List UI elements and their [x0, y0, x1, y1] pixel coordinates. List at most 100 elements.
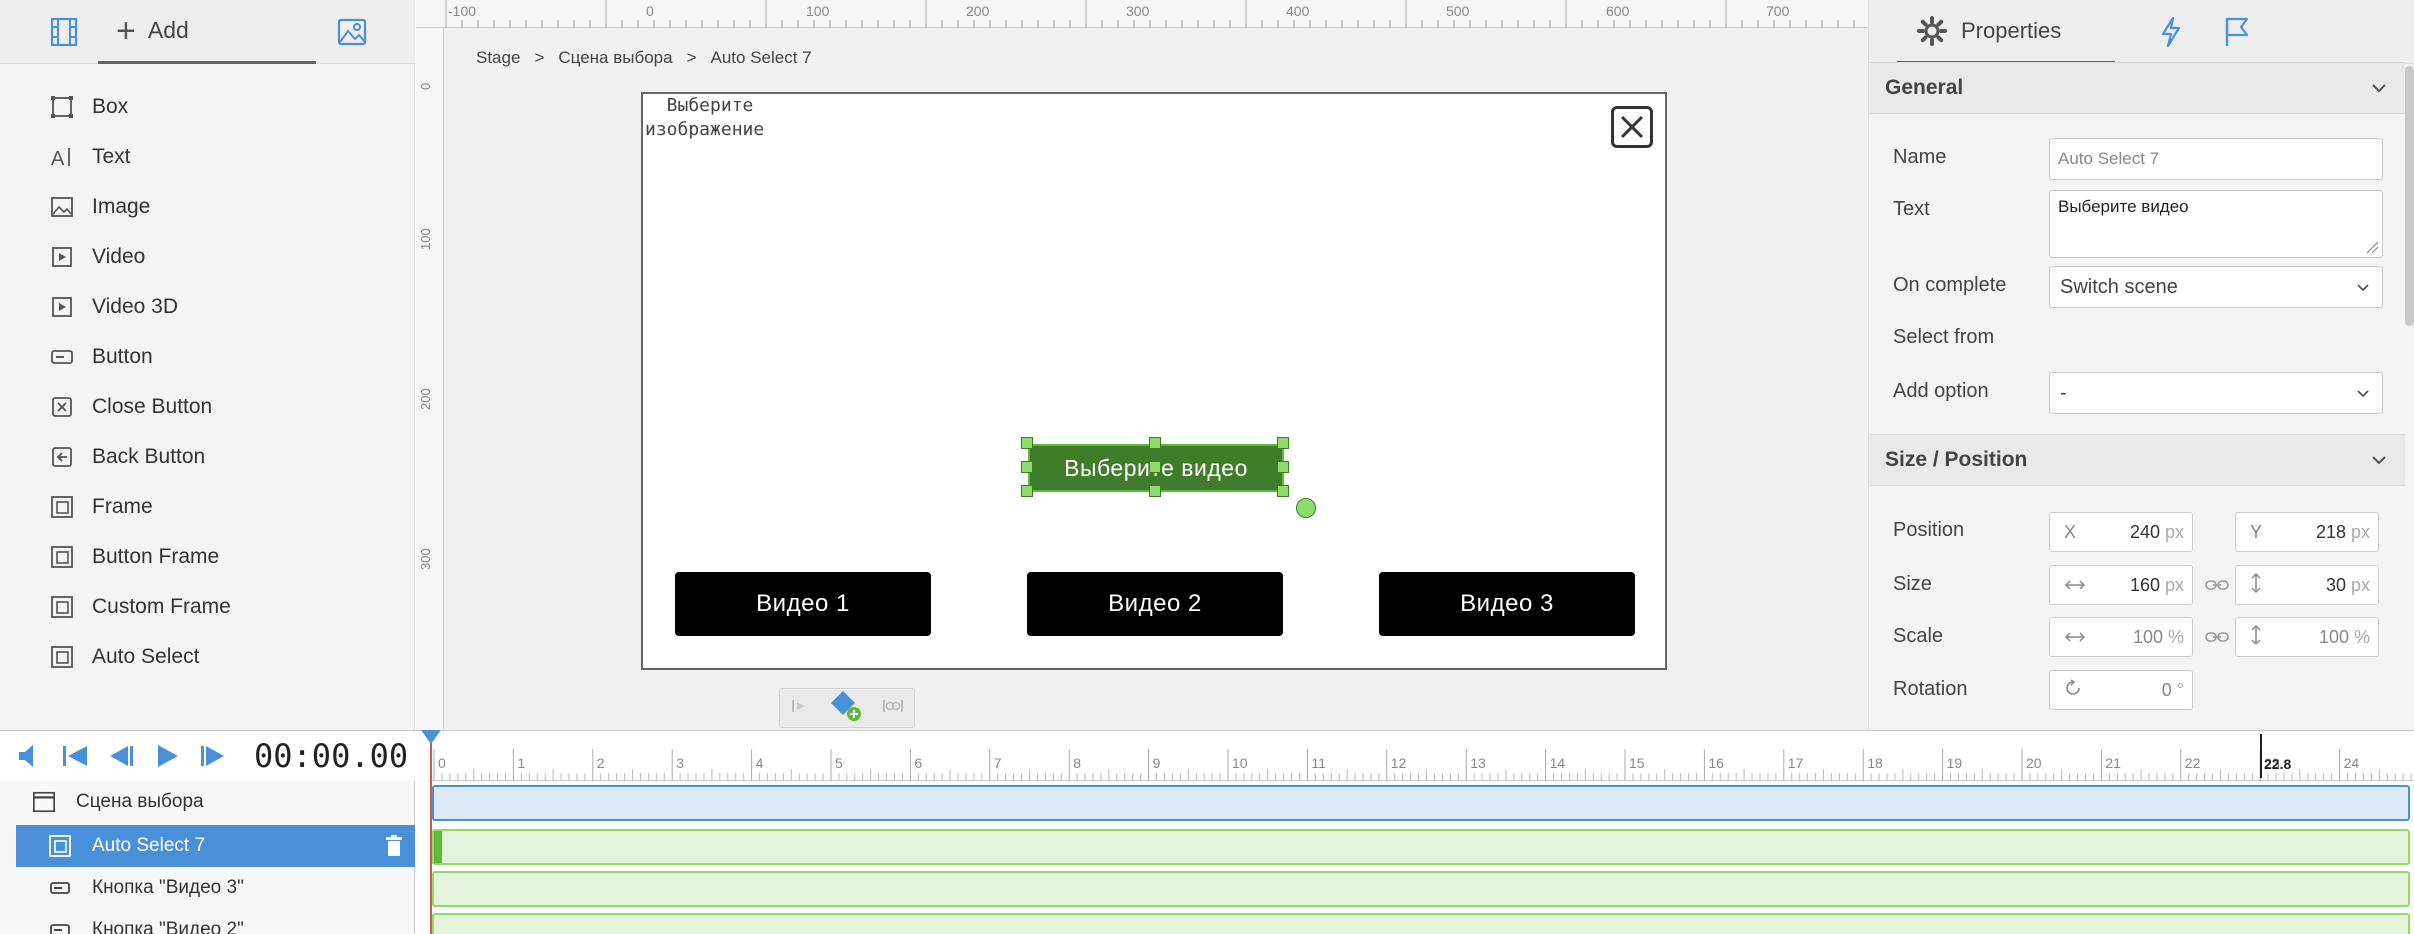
playhead-handle[interactable] — [421, 730, 441, 744]
on-complete-select[interactable]: Switch scene — [2049, 266, 2383, 308]
timeline-tracks[interactable] — [428, 781, 2414, 934]
layer-auto-select-7[interactable]: Auto Select 7 — [16, 825, 415, 867]
flag-icon[interactable] — [2219, 14, 2255, 50]
elements-list: Box A Text Image Video Video 3D Button C… — [0, 82, 415, 682]
resize-handle-top[interactable] — [1149, 437, 1161, 449]
breadcrumb-separator: > — [686, 48, 697, 67]
track-button-video-3[interactable] — [432, 871, 2410, 907]
video-2-button[interactable]: Видео 2 — [1027, 572, 1283, 636]
rotate-handle[interactable] — [1296, 498, 1316, 518]
track-button-video-2[interactable] — [432, 913, 2410, 934]
resize-handle-bottom-right[interactable] — [1277, 485, 1289, 497]
image-library-icon[interactable] — [334, 14, 370, 50]
add-back-button-item[interactable]: Back Button — [0, 432, 415, 482]
properties-scrollbar[interactable] — [2405, 66, 2414, 326]
width-field[interactable]: 160 px — [2049, 565, 2193, 605]
height-arrow-icon — [2250, 572, 2278, 599]
resize-handle-top-left[interactable] — [1021, 437, 1033, 449]
height-value: 30 — [2325, 574, 2346, 595]
stage-title-text[interactable]: Выберите изображение — [643, 94, 823, 142]
resize-handle-top-right[interactable] — [1277, 437, 1289, 449]
link-scale-icon[interactable] — [2204, 627, 2230, 647]
position-y-field[interactable]: Y 218 px — [2235, 512, 2379, 552]
track-auto-select-7[interactable] — [432, 829, 2410, 865]
breadcrumb-scene[interactable]: Сцена выбора — [558, 48, 672, 68]
general-section-header[interactable]: General — [1869, 62, 2405, 114]
close-button-icon — [48, 393, 76, 421]
move-handle-center[interactable] — [1149, 461, 1161, 473]
unit-label: % — [2167, 626, 2184, 647]
resize-grip-icon[interactable] — [2365, 240, 2379, 254]
height-field[interactable]: 30 px — [2235, 565, 2379, 605]
stage-canvas[interactable]: Выберите изображение Выберите видео Виде… — [641, 92, 1667, 670]
scale-y-field[interactable]: 100 % — [2235, 617, 2379, 657]
canvas-area[interactable]: -100 0 100 200 300 400 500 600 700 0 100… — [416, 0, 1868, 730]
end-marker[interactable] — [2260, 734, 2262, 778]
playhead[interactable] — [430, 734, 432, 934]
add-keyframe-icon[interactable] — [829, 689, 863, 728]
step-back-icon[interactable] — [104, 739, 138, 773]
add-box-item[interactable]: Box — [0, 82, 415, 132]
video-3-button[interactable]: Видео 3 — [1379, 572, 1635, 636]
track-scene[interactable] — [432, 785, 2410, 821]
resize-handle-right[interactable] — [1277, 461, 1289, 473]
custom-frame-icon — [48, 593, 76, 621]
lightning-icon[interactable] — [2153, 14, 2189, 50]
width-value: 160 — [2129, 574, 2160, 595]
layer-scene[interactable]: Сцена выбора — [16, 781, 415, 823]
resize-handle-bottom-left[interactable] — [1021, 485, 1033, 497]
breadcrumb-stage[interactable]: Stage — [476, 48, 520, 68]
add-video-3d-item[interactable]: Video 3D — [0, 282, 415, 332]
position-x-field[interactable]: X 240 px — [2049, 512, 2193, 552]
width-arrow-icon — [2064, 575, 2092, 596]
add-auto-select-item[interactable]: Auto Select — [0, 632, 415, 682]
ruler-top-label: -100 — [448, 3, 477, 19]
layer-button-video-3[interactable]: Кнопка "Видео 3" — [16, 867, 415, 909]
timeline-ruler[interactable]: 0 1 2 3 4 5 6 7 8 9 10 11 12 13 14 15 16 17 18 19 20 21 22 23 24 — [428, 731, 2414, 781]
add-frame-item[interactable]: Frame — [0, 482, 415, 532]
add-custom-frame-item[interactable]: Custom Frame — [0, 582, 415, 632]
layer-button-video-2[interactable]: Кнопка "Видео 2" — [16, 909, 415, 934]
add-tab[interactable]: + Add — [98, 0, 316, 64]
rotation-field[interactable]: 0 ° — [2049, 670, 2193, 710]
properties-tab[interactable]: Properties — [1897, 0, 2115, 64]
add-close-button-item[interactable]: Close Button — [0, 382, 415, 432]
button-icon — [48, 876, 72, 900]
text-field[interactable]: Выберите видео — [2049, 190, 2383, 258]
link-aspect-icon[interactable] — [2204, 575, 2230, 595]
name-field[interactable]: Auto Select 7 — [2049, 138, 2383, 180]
height-arrow-icon — [2250, 624, 2278, 651]
skip-to-start-icon[interactable] — [58, 739, 92, 773]
timeline-ruler-number: 6 — [914, 755, 923, 771]
play-icon[interactable] — [150, 739, 184, 773]
track-keyframe-marker[interactable] — [434, 831, 442, 863]
size-position-section-title: Size / Position — [1885, 448, 2028, 471]
film-icon[interactable] — [46, 14, 82, 50]
resize-handle-left[interactable] — [1021, 461, 1033, 473]
mute-icon[interactable] — [12, 739, 46, 773]
trash-icon[interactable] — [385, 835, 403, 863]
step-forward-icon[interactable] — [196, 739, 230, 773]
resize-handle-bottom[interactable] — [1149, 485, 1161, 497]
layer-scene-label: Сцена выбора — [76, 791, 204, 812]
add-back-button-label: Back Button — [92, 445, 206, 468]
unit-label: px — [2164, 574, 2184, 595]
ruler-top-label: 0 — [646, 3, 654, 19]
add-option-select[interactable]: - — [2049, 372, 2383, 414]
add-image-label: Image — [92, 195, 151, 218]
video-1-button[interactable]: Видео 1 — [675, 572, 931, 636]
keyframe-loop-icon[interactable] — [881, 697, 905, 720]
add-text-item[interactable]: A Text — [0, 132, 415, 182]
add-video-item[interactable]: Video — [0, 232, 415, 282]
size-position-section-header[interactable]: Size / Position — [1869, 434, 2405, 486]
add-button-item[interactable]: Button — [0, 332, 415, 382]
timeline-ruler-number: 22 — [2184, 755, 2201, 771]
add-image-item[interactable]: Image — [0, 182, 415, 232]
close-icon — [1620, 115, 1644, 139]
breadcrumb-current[interactable]: Auto Select 7 — [711, 48, 812, 68]
transport-controls: 00:00.00 — [0, 731, 415, 781]
stage-close-button[interactable] — [1611, 106, 1653, 148]
keyframe-start-icon[interactable] — [789, 697, 811, 720]
scale-x-field[interactable]: 100 % — [2049, 617, 2193, 657]
add-button-frame-item[interactable]: Button Frame — [0, 532, 415, 582]
